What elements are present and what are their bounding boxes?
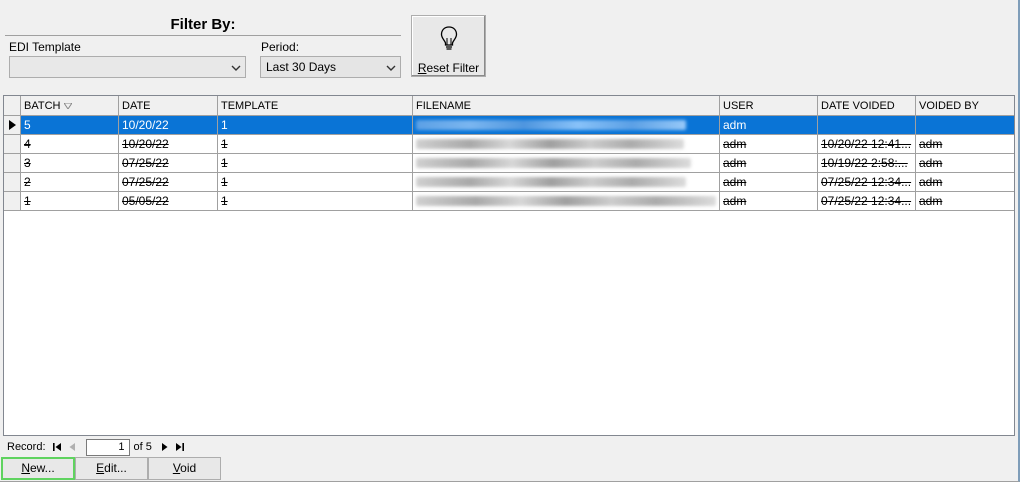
cell-filename (413, 173, 720, 191)
cell-user: adm (720, 173, 818, 191)
cell-filename (413, 154, 720, 172)
cell-batch: 5 (21, 116, 119, 134)
cell-voided-by: adm (919, 156, 943, 170)
table-row[interactable]: 2 07/25/22 1 adm 07/25/22 12:34... adm (4, 173, 1014, 192)
column-header-user[interactable]: USER (720, 96, 818, 115)
column-header-filename[interactable]: FILENAME (413, 96, 720, 115)
redacted-filename (416, 177, 686, 187)
edi-template-dropdown[interactable] (9, 56, 246, 78)
row-selector[interactable] (4, 116, 21, 134)
first-record-button[interactable] (50, 440, 64, 454)
record-label: Record: (7, 441, 46, 453)
batch-grid[interactable]: BATCH DATE TEMPLATE FILENAME USER DATE V… (3, 95, 1015, 436)
current-row-arrow-icon (8, 120, 16, 130)
row-selector[interactable] (4, 154, 21, 172)
cell-date-voided: 10/19/22 2:58:... (818, 154, 916, 172)
void-button[interactable]: Void (148, 457, 221, 480)
redacted-filename (416, 139, 684, 149)
cell-template: 1 (218, 135, 413, 153)
reset-filter-button[interactable]: Reset Filter (411, 15, 486, 77)
column-header-date[interactable]: DATE (119, 96, 218, 115)
last-record-button[interactable] (173, 440, 187, 454)
current-record-input[interactable]: 1 (85, 438, 130, 456)
new-button[interactable]: New... (1, 457, 75, 480)
table-row[interactable]: 4 10/20/22 1 adm 10/20/22 12:41... adm (4, 135, 1014, 154)
cell-voided-by (916, 116, 1014, 134)
redacted-filename (416, 120, 686, 130)
lightbulb-icon (440, 26, 458, 50)
cell-user: adm (720, 135, 818, 153)
cell-date: 05/05/22 (119, 192, 218, 210)
cell-user: adm (720, 154, 818, 172)
previous-record-icon (69, 443, 75, 451)
cell-batch: 4 (21, 135, 119, 153)
next-record-icon (161, 443, 168, 451)
row-selector[interactable] (4, 173, 21, 191)
first-record-icon (52, 443, 61, 451)
last-record-icon (175, 443, 184, 451)
previous-record-button[interactable] (65, 440, 79, 454)
record-navigator: Record: 1 of 5 (3, 437, 1015, 457)
cell-template: 1 (218, 192, 413, 210)
edi-template-label: EDI Template (9, 40, 81, 54)
cell-filename (413, 192, 720, 210)
redacted-filename (416, 158, 691, 168)
cell-date-voided (818, 116, 916, 134)
record-count: of 5 (133, 441, 152, 453)
chevron-down-icon (386, 65, 396, 71)
row-selector[interactable] (4, 135, 21, 153)
cell-batch: 3 (21, 154, 119, 172)
cell-voided-by: adm (919, 175, 943, 189)
cell-user: adm (720, 192, 818, 210)
filter-divider (5, 35, 401, 36)
edit-button[interactable]: Edit... (75, 457, 148, 480)
sort-descending-icon (64, 102, 73, 109)
cell-date: 07/25/22 (119, 173, 218, 191)
cell-date: 07/25/22 (119, 154, 218, 172)
header-selector (4, 96, 21, 115)
filter-title: Filter By: (170, 16, 236, 33)
cell-date: 10/20/22 (119, 116, 218, 134)
cell-filename (413, 135, 720, 153)
column-header-batch[interactable]: BATCH (21, 96, 119, 115)
cell-voided-by: adm (919, 194, 943, 208)
cell-date-voided: 10/20/22 12:41... (818, 135, 916, 153)
cell-template: 1 (218, 173, 413, 191)
table-row[interactable]: 5 10/20/22 1 adm (4, 116, 1014, 135)
column-header-date-voided[interactable]: DATE VOIDED (818, 96, 916, 115)
period-value: Last 30 Days (266, 60, 337, 74)
grid-header: BATCH DATE TEMPLATE FILENAME USER DATE V… (4, 96, 1014, 116)
table-row[interactable]: 1 05/05/22 1 adm 07/25/22 12:34... adm (4, 192, 1014, 211)
cell-template: 1 (218, 116, 413, 134)
column-header-template[interactable]: TEMPLATE (218, 96, 413, 115)
cell-template: 1 (218, 154, 413, 172)
cell-voided-by: adm (919, 137, 943, 151)
cell-date-voided: 07/25/22 12:34... (818, 192, 916, 210)
reset-filter-label: Reset Filter (417, 61, 480, 75)
redacted-filename (416, 196, 716, 206)
cell-batch: 1 (21, 192, 119, 210)
period-dropdown[interactable]: Last 30 Days (260, 56, 401, 78)
period-label: Period: (261, 40, 300, 54)
next-record-button[interactable] (158, 440, 172, 454)
cell-batch: 2 (21, 173, 119, 191)
chevron-down-icon (231, 65, 241, 71)
cell-filename (413, 116, 720, 134)
cell-date-voided: 07/25/22 12:34... (818, 173, 916, 191)
column-header-voided-by[interactable]: VOIDED BY (916, 96, 1014, 115)
table-row[interactable]: 3 07/25/22 1 adm 10/19/22 2:58:... adm (4, 154, 1014, 173)
cell-user: adm (720, 116, 818, 134)
row-selector[interactable] (4, 192, 21, 210)
cell-date: 10/20/22 (119, 135, 218, 153)
